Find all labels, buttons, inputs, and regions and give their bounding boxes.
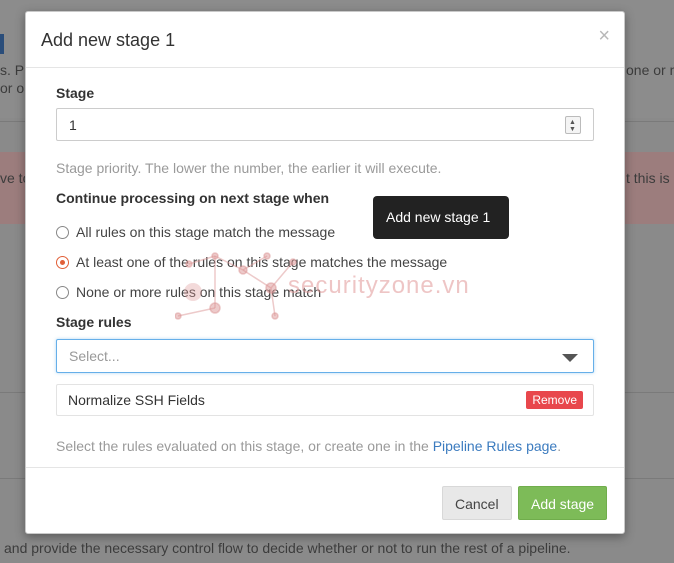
- background-bottom-text: and provide the necessary control flow t…: [4, 540, 571, 556]
- radio-button[interactable]: [56, 225, 69, 239]
- radio-button-checked[interactable]: [56, 255, 69, 269]
- modal-header: Add new stage 1 ×: [26, 12, 624, 68]
- spin-up-icon[interactable]: ▲: [569, 119, 576, 126]
- tooltip: Add new stage 1: [373, 196, 509, 239]
- stage-label: Stage: [56, 85, 95, 101]
- stage-rules-help-text: Select the rules evaluated on this stage…: [56, 438, 561, 454]
- background-accent: [0, 34, 4, 54]
- remove-rule-button[interactable]: Remove: [526, 391, 583, 409]
- radio-button[interactable]: [56, 285, 69, 299]
- background-text: one or m: [626, 62, 674, 78]
- spin-down-icon[interactable]: ▼: [569, 126, 576, 133]
- stage-number-input[interactable]: 1 ▲ ▼: [56, 108, 594, 141]
- close-icon[interactable]: ×: [598, 26, 610, 46]
- radio-none-or-more[interactable]: None or more rules on this stage match: [56, 282, 321, 302]
- radio-label: All rules on this stage match the messag…: [76, 224, 336, 240]
- stage-number-value: 1: [69, 117, 77, 133]
- help-suffix: .: [557, 438, 562, 454]
- radio-label: At least one of the rules on this stage …: [76, 254, 448, 270]
- background-alert-text: t this is: [626, 170, 670, 186]
- cancel-button[interactable]: Cancel: [442, 486, 512, 520]
- modal-footer: Cancel Add stage: [26, 467, 624, 534]
- stage-rules-select[interactable]: Select...: [56, 339, 594, 373]
- stage-help-text: Stage priority. The lower the number, th…: [56, 160, 442, 176]
- pipeline-rules-link[interactable]: Pipeline Rules page: [433, 438, 558, 454]
- radio-at-least-one[interactable]: At least one of the rules on this stage …: [56, 252, 447, 272]
- background-text: or o: [0, 80, 25, 96]
- modal-title: Add new stage 1: [41, 30, 176, 50]
- radio-all-rules[interactable]: All rules on this stage match the messag…: [56, 222, 335, 242]
- background-text: s. Pi: [0, 62, 28, 78]
- rule-name: Normalize SSH Fields: [68, 392, 205, 408]
- add-stage-button[interactable]: Add stage: [518, 486, 608, 520]
- rule-list-item: Normalize SSH Fields Remove: [56, 384, 594, 416]
- help-prefix: Select the rules evaluated on this stage…: [56, 438, 433, 454]
- chevron-down-icon[interactable]: [562, 354, 578, 362]
- stage-rules-label: Stage rules: [56, 314, 132, 330]
- radio-label: None or more rules on this stage match: [76, 284, 322, 300]
- add-stage-modal: Add new stage 1 × Stage 1 ▲ ▼ Stage prio…: [25, 11, 625, 534]
- continue-label: Continue processing on next stage when: [56, 190, 330, 206]
- number-spinner[interactable]: ▲ ▼: [565, 116, 581, 134]
- select-placeholder: Select...: [69, 348, 120, 364]
